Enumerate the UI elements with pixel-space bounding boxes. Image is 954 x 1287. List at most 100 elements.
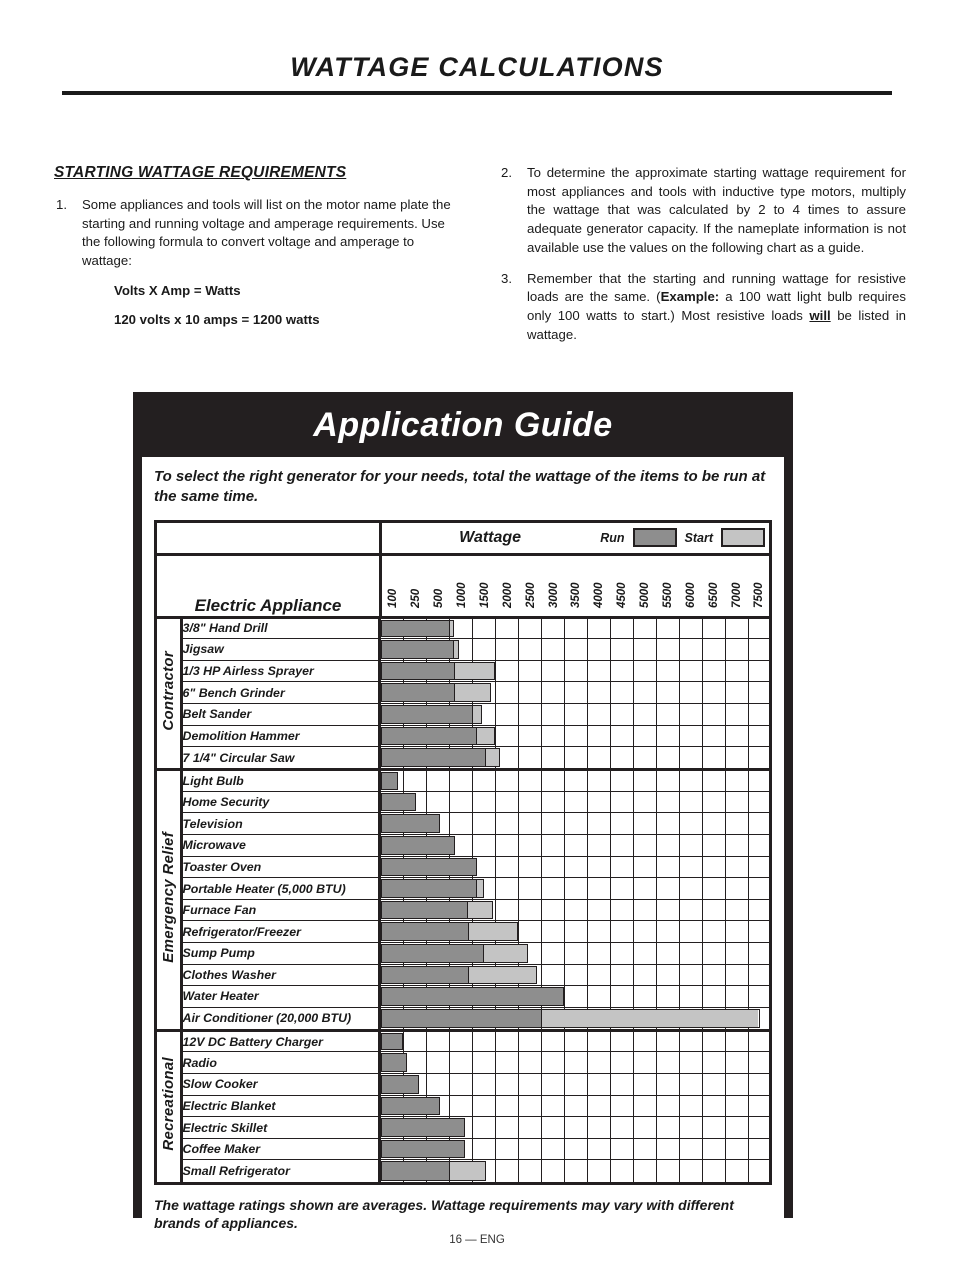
appliance-bar	[380, 704, 482, 724]
gridline	[703, 639, 726, 660]
start-wattage-bar	[483, 945, 527, 962]
text-columns: STARTING WATTAGE REQUIREMENTS 1. Some ap…	[52, 164, 906, 357]
run-wattage-bar	[381, 815, 440, 833]
run-wattage-bar	[381, 1119, 465, 1136]
bar-cell	[379, 769, 772, 792]
gridline	[680, 835, 703, 856]
bar-cell	[379, 834, 771, 857]
gridline	[519, 703, 542, 725]
gridline	[496, 618, 519, 639]
gridline	[749, 682, 771, 703]
gridline	[680, 1160, 703, 1182]
gridline	[473, 1074, 496, 1095]
gridline	[703, 1138, 726, 1160]
table-row: Clothes Washer	[157, 964, 771, 987]
gridline	[519, 813, 542, 835]
gridline	[588, 725, 611, 747]
axis-tick-label: 6500	[707, 582, 720, 608]
gridline	[634, 899, 657, 921]
gridline	[703, 618, 726, 639]
gridline	[726, 660, 749, 682]
gridline	[565, 1074, 588, 1095]
bar-cell	[379, 660, 771, 683]
bar-cell	[379, 1138, 771, 1161]
gridline	[611, 639, 634, 660]
group-label-text: Contractor	[159, 651, 177, 731]
appliance-name: Clothes Washer	[181, 964, 381, 987]
appliance-name: Air Conditioner (20,000 BTU)	[181, 1007, 381, 1029]
appliance-bar	[380, 944, 528, 963]
gridline	[496, 856, 519, 878]
table-row: Radio	[157, 1051, 772, 1075]
axis-tick: 5000	[634, 556, 657, 616]
run-wattage-bar	[381, 901, 468, 919]
bar-cell	[379, 1116, 771, 1139]
axis-tick: 5500	[657, 556, 680, 616]
gridline	[565, 813, 588, 835]
gridline	[496, 703, 519, 725]
gridline	[611, 1117, 634, 1138]
gridline	[542, 747, 565, 769]
list-item: 1. Some appliances and tools will list o…	[52, 196, 461, 271]
gridline	[680, 1138, 703, 1160]
gridline	[726, 771, 749, 791]
gridline	[565, 943, 588, 964]
formula-example: 120 volts x 10 amps = 1200 watts	[114, 311, 320, 327]
gridline	[450, 771, 473, 791]
axis-tick: 500	[428, 556, 451, 616]
gridline	[565, 1160, 588, 1182]
gridline	[542, 856, 565, 878]
legend-cell: Wattage Run Start	[379, 522, 771, 556]
run-wattage-bar	[381, 858, 476, 876]
gridlines	[381, 1052, 772, 1074]
appliance-name: Demolition Hammer	[181, 725, 381, 748]
gridline	[565, 986, 588, 1007]
appliance-bar	[380, 836, 456, 855]
gridline	[542, 618, 565, 639]
gridline	[611, 618, 634, 639]
gridline	[427, 1031, 450, 1052]
start-wattage-bar	[467, 923, 518, 940]
axis-tick: 1500	[474, 556, 497, 616]
gridline	[634, 1138, 657, 1160]
appliance-name: Light Bulb	[181, 769, 381, 792]
axis-tick-label: 3000	[547, 582, 560, 608]
gridline	[703, 921, 726, 942]
gridline	[588, 1031, 611, 1052]
gridline	[703, 1074, 726, 1095]
gridline	[588, 660, 611, 682]
gridline	[703, 791, 726, 813]
page-footer: 16 — ENG	[449, 1234, 505, 1246]
gridline	[634, 878, 657, 899]
gridline	[703, 747, 726, 769]
appliance-name: Small Refrigerator	[181, 1159, 381, 1182]
gridlines	[381, 1074, 772, 1095]
gridline	[703, 703, 726, 725]
axis-tick: 2000	[496, 556, 519, 616]
gridline	[588, 856, 611, 878]
bar-cell	[379, 617, 771, 640]
gridline	[611, 1095, 634, 1117]
gridline	[565, 791, 588, 813]
gridlines	[381, 771, 772, 791]
run-wattage-bar	[381, 1009, 542, 1027]
gridline	[565, 725, 588, 747]
axis-tick-label: 5500	[661, 582, 674, 608]
gridline	[519, 856, 542, 878]
bar-cell	[379, 747, 771, 769]
gridline	[726, 835, 749, 856]
gridline	[611, 921, 634, 942]
gridline	[726, 1095, 749, 1117]
run-wattage-bar	[381, 727, 477, 745]
gridline	[657, 899, 680, 921]
gridline	[565, 1095, 588, 1117]
gridline	[473, 618, 496, 639]
gridline	[634, 986, 657, 1007]
axis-tick-label: 5000	[639, 582, 652, 608]
gridline	[473, 1138, 496, 1160]
gridline	[565, 771, 588, 791]
gridline	[680, 921, 703, 942]
gridline	[473, 639, 496, 660]
gridline	[726, 1074, 749, 1095]
list-item: 3. Remember that the starting and runnin…	[497, 270, 906, 345]
